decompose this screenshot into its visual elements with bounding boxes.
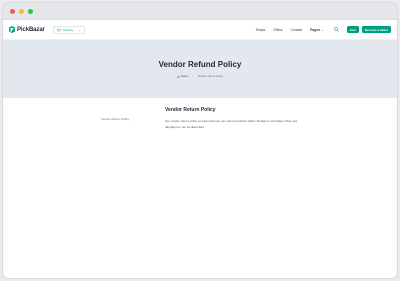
browser-window: PickBazar Grocery ⌄ Shops Offers Contact… <box>2 2 398 279</box>
desktop-frame: PickBazar Grocery ⌄ Shops Offers Contact… <box>0 0 400 281</box>
chevron-down-icon: ⌄ <box>78 27 81 32</box>
shop-type-select[interactable]: Grocery ⌄ <box>52 25 85 34</box>
close-window-dot[interactable] <box>10 8 15 14</box>
breadcrumb-separator: › <box>192 74 194 78</box>
logo-text: PickBazar <box>17 26 45 33</box>
grocery-icon <box>57 28 61 31</box>
minimize-window-dot[interactable] <box>19 8 24 14</box>
breadcrumb-current: Vendor refund policy <box>197 74 223 78</box>
nav-contact[interactable]: Contact <box>290 28 302 32</box>
breadcrumb-home-label: Home <box>181 74 189 78</box>
shop-type-label: Grocery <box>62 27 74 32</box>
window-titlebar <box>3 3 397 20</box>
nav-shops[interactable]: Shops <box>256 28 266 32</box>
page-title: Vendor Refund Policy <box>158 60 242 69</box>
become-seller-button[interactable]: Become a Seller <box>361 26 391 33</box>
nav-offers[interactable]: Offers <box>273 28 282 32</box>
site-header: PickBazar Grocery ⌄ Shops Offers Contact… <box>3 20 397 40</box>
nav-pages-label: Pages <box>310 27 321 32</box>
home-icon <box>177 74 180 78</box>
site-logo[interactable]: PickBazar <box>9 26 45 33</box>
chevron-down-icon: ⌄ <box>321 27 324 32</box>
sidebar-link-vendor-return-policy[interactable]: Vendor Return Policy <box>101 117 129 121</box>
join-button[interactable]: Join <box>346 26 359 33</box>
breadcrumb: Home › Vendor refund policy <box>177 74 223 78</box>
main-nav: Shops Offers Contact Pages ⌄ Join Become… <box>256 26 391 33</box>
page-hero: Vendor Refund Policy Home › Vendor refun… <box>3 40 397 98</box>
policy-sidebar: Vendor Return Policy <box>3 107 165 130</box>
breadcrumb-home[interactable]: Home <box>177 74 189 78</box>
logo-icon <box>9 26 15 33</box>
nav-pages[interactable]: Pages ⌄ <box>310 28 324 32</box>
search-icon[interactable] <box>333 27 339 32</box>
policy-section-title: Vendor Return Policy <box>165 107 216 113</box>
policy-section-text: Our vendor return policy ensures that yo… <box>165 119 298 129</box>
policy-content: Vendor Return Policy Vendor Return Polic… <box>3 98 397 130</box>
maximize-window-dot[interactable] <box>28 8 33 14</box>
policy-main: Vendor Return Policy Our vendor return p… <box>165 107 325 130</box>
